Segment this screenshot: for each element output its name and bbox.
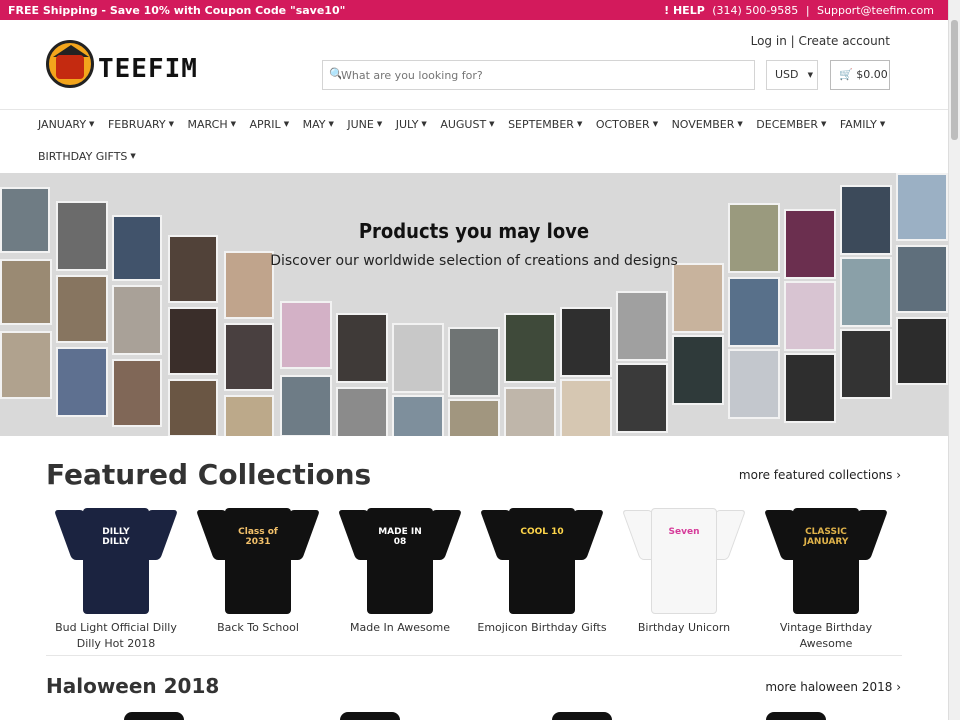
banner-photo <box>336 387 388 436</box>
collection-label[interactable]: Vintage Birthday Awesome <box>756 620 896 652</box>
hero-banner[interactable]: Products you may love Discover our world… <box>0 173 948 436</box>
banner-photo <box>840 329 892 399</box>
banner-photo <box>224 395 274 436</box>
contact-links: ! HELP (314) 500-9585 | Support@teefim.c… <box>664 4 934 17</box>
page-scrollbar[interactable] <box>948 0 960 720</box>
banner-photo <box>672 263 724 333</box>
banner-photo <box>896 317 948 385</box>
banner-photo <box>392 395 444 436</box>
scrollbar-thumb[interactable] <box>951 20 958 140</box>
banner-subtitle: Discover our worldwide selection of crea… <box>270 253 678 269</box>
nav-item-may[interactable]: MAY ▼ <box>303 118 334 131</box>
nav-item-september[interactable]: SEPTEMBER ▼ <box>508 118 582 131</box>
help-link[interactable]: ! HELP <box>664 4 705 17</box>
nav-item-birthday-gifts[interactable]: BIRTHDAY GIFTS ▼ <box>38 150 136 163</box>
currency-value: USD <box>775 68 799 81</box>
banner-photo <box>448 399 500 436</box>
search-box[interactable]: 🔍 <box>322 60 755 90</box>
create-account-link[interactable]: Create account <box>799 34 891 48</box>
nav-item-march[interactable]: MARCH ▼ <box>188 118 236 131</box>
chevron-down-icon: ▼ <box>807 71 813 79</box>
banner-photo <box>672 335 724 405</box>
tshirt-image[interactable]: Seven <box>621 502 747 614</box>
banner-photo <box>56 347 108 417</box>
nav-item-november[interactable]: NOVEMBER ▼ <box>672 118 743 131</box>
section-divider <box>46 655 902 656</box>
banner-photo <box>448 327 500 397</box>
logo-crown-icon[interactable] <box>46 40 94 88</box>
banner-photo <box>504 387 556 436</box>
nav-item-august[interactable]: AUGUST ▼ <box>440 118 494 131</box>
site-header: TEEFIM Log in | Create account 🔍 USD ▼ 🛒… <box>0 20 948 110</box>
collection-card[interactable]: Seven Birthday Unicorn <box>614 502 754 636</box>
banner-photo <box>616 363 668 433</box>
nav-item-april[interactable]: APRIL ▼ <box>250 118 290 131</box>
nav-item-december[interactable]: DECEMBER ▼ <box>756 118 826 131</box>
collection-label[interactable]: Back To School <box>188 620 328 636</box>
tshirt-image[interactable]: COOL 10 <box>479 502 605 614</box>
banner-photo <box>616 291 668 361</box>
search-input[interactable] <box>341 65 741 85</box>
banner-photo <box>784 281 836 351</box>
banner-photo <box>224 323 274 391</box>
banner-photo <box>560 379 612 436</box>
banner-photo <box>560 307 612 377</box>
email-link[interactable]: Support@teefim.com <box>817 4 934 17</box>
banner-photo <box>728 349 780 419</box>
tshirt-image[interactable]: DILLY DILLY <box>53 502 179 614</box>
banner-photo <box>168 379 218 436</box>
featured-title: Featured Collections <box>46 458 372 491</box>
more-featured-link[interactable]: more featured collections › <box>739 468 901 482</box>
login-link[interactable]: Log in <box>751 34 787 48</box>
banner-photo <box>280 375 332 436</box>
collection-card[interactable]: Class of 2031 Back To School <box>188 502 328 636</box>
banner-photo <box>336 313 388 383</box>
tshirt-image[interactable]: MADE IN 08 <box>337 502 463 614</box>
banner-title: Products you may love <box>358 219 590 243</box>
banner-photo <box>168 235 218 303</box>
nav-item-family[interactable]: FAMILY ▼ <box>840 118 885 131</box>
tshirt-image[interactable]: CLASSIC JANUARY <box>763 502 889 614</box>
banner-photo <box>504 313 556 383</box>
collection-label[interactable]: Bud Light Official Dilly Dilly Hot 2018 <box>46 620 186 652</box>
promo-text: FREE Shipping - Save 10% with Coupon Cod… <box>8 4 346 17</box>
nav-item-october[interactable]: OCTOBER ▼ <box>596 118 658 131</box>
banner-photo <box>56 275 108 343</box>
banner-photo <box>280 301 332 369</box>
account-links: Log in | Create account <box>750 34 891 48</box>
banner-photo <box>112 285 162 355</box>
collection-card[interactable]: DILLY DILLY Bud Light Official Dilly Dil… <box>46 502 186 652</box>
tshirt-image[interactable] <box>124 712 184 720</box>
banner-photo <box>784 353 836 423</box>
cart-total: $0.00 <box>856 68 888 81</box>
brand-name[interactable]: TEEFIM <box>98 54 198 84</box>
banner-photo <box>728 277 780 347</box>
promo-bar: FREE Shipping - Save 10% with Coupon Cod… <box>0 0 948 20</box>
tshirt-image[interactable]: Class of 2031 <box>195 502 321 614</box>
collection-label[interactable]: Made In Awesome <box>330 620 470 636</box>
haloween-title: Haloween 2018 <box>46 674 220 698</box>
nav-item-july[interactable]: JULY ▼ <box>396 118 427 131</box>
tshirt-image[interactable] <box>766 712 826 720</box>
more-haloween-link[interactable]: more haloween 2018 › <box>765 680 901 694</box>
collection-label[interactable]: Emojicon Birthday Gifts <box>472 620 612 636</box>
banner-photo <box>0 331 52 399</box>
banner-photo <box>112 359 162 427</box>
collection-label[interactable]: Birthday Unicorn <box>614 620 754 636</box>
collection-card[interactable]: CLASSIC JANUARY Vintage Birthday Awesome <box>756 502 896 652</box>
currency-select[interactable]: USD ▼ <box>766 60 818 90</box>
collection-card[interactable]: COOL 10 Emojicon Birthday Gifts <box>472 502 612 636</box>
phone-link[interactable]: (314) 500-9585 <box>712 4 798 17</box>
nav-item-june[interactable]: JUNE ▼ <box>347 118 382 131</box>
nav-item-january[interactable]: JANUARY ▼ <box>38 118 94 131</box>
tshirt-image[interactable] <box>340 712 400 720</box>
nav-item-february[interactable]: FEBRUARY ▼ <box>108 118 174 131</box>
banner-photo <box>168 307 218 375</box>
cart-icon: 🛒 <box>839 68 853 81</box>
cart-button[interactable]: 🛒 $0.00 <box>830 60 890 90</box>
banner-photo <box>392 323 444 393</box>
collection-card[interactable]: MADE IN 08 Made In Awesome <box>330 502 470 636</box>
tshirt-image[interactable] <box>552 712 612 720</box>
